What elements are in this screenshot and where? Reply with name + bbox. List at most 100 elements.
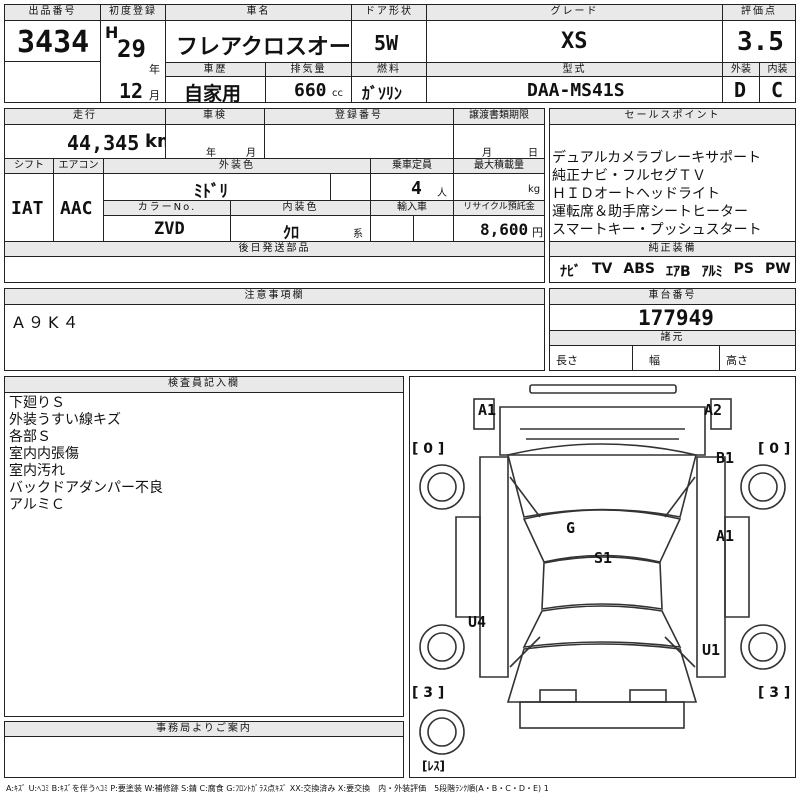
history-cell: 自家用 — [165, 76, 266, 103]
interior-grade: C — [771, 78, 784, 102]
ac-label: エアコン — [53, 158, 104, 174]
chassis-number: 177949 — [638, 306, 714, 330]
ac: AAC — [60, 198, 93, 219]
wheel-rear-left — [427, 632, 457, 662]
rear-lamp-left-shape — [539, 689, 577, 703]
fuel-cell: ｶﾞｿﾘﾝ — [351, 76, 427, 103]
tire-front-left — [419, 464, 465, 510]
reg-month: 12 — [119, 79, 144, 103]
damage-mark-u4: U4 — [468, 613, 487, 631]
tailgate-shape — [506, 643, 698, 703]
month-unit: 月 — [149, 89, 160, 102]
sales-point: ＨＩＤオートヘッドライト — [552, 186, 720, 202]
load-unit: kg — [528, 184, 541, 195]
mileage-cell: 44,345 km — [4, 124, 166, 159]
equipment-item: ｱﾙﾐ — [701, 264, 723, 280]
exterior-grade: D — [734, 78, 747, 102]
tire-depth-rear-right: [ 3 ] — [758, 685, 791, 701]
equipment-item: PS — [733, 261, 754, 277]
later-parts-label: 後日発送部品 — [4, 241, 545, 257]
color-no-cell: ZVD — [103, 215, 231, 242]
inspector-note: 外装うすい線キズ — [9, 412, 121, 428]
capacity: 4 — [411, 178, 422, 199]
sales-point: 運転席＆助手席シートヒーター — [552, 204, 748, 220]
inspection-label: 車検 — [165, 108, 265, 125]
car-name-label: 車名 — [165, 4, 352, 21]
capacity-label: 乗車定員 — [370, 158, 454, 174]
damage-mark-s1: S1 — [594, 549, 613, 567]
rear-lamp-right-shape — [629, 689, 667, 703]
tire-depth-front-right: [ 0 ] — [758, 441, 791, 457]
front-bumper-shape — [499, 406, 706, 456]
sales-points-cell: デュアルカメラブレーキサポート 純正ナビ・フルセグＴＶ ＨＩＤオートヘッドライト… — [549, 124, 796, 242]
inspector-note: 室内汚れ — [9, 463, 65, 479]
history: 自家用 — [184, 83, 242, 103]
car-name: フレアクロスオーバー — [176, 35, 351, 60]
shift: IAT — [11, 198, 44, 219]
inspection-month-unit: 月 — [246, 148, 256, 159]
lot-blank — [4, 61, 101, 103]
inspection-cell: 年 月 — [165, 124, 265, 159]
inspector-notes: 下廻りＳ 外装うすい線キズ 各部Ｓ 室内内張傷 室内汚れ バックドアダンパー不良… — [9, 395, 163, 514]
shift-label: シフト — [4, 158, 54, 174]
pillar-lines — [509, 476, 696, 668]
displacement-cell: 660 cc — [265, 76, 352, 103]
first-reg-label: 初度登録 — [100, 4, 166, 21]
spare-wheel — [427, 717, 457, 747]
inspection-year-unit: 年 — [206, 148, 216, 159]
damage-mark-a1-right: A1 — [716, 527, 735, 545]
capacity-cell: 4 人 — [370, 173, 454, 201]
sales-label: セールスポイント — [549, 108, 796, 125]
shift-cell: IAT — [4, 173, 54, 242]
import-label: 輸入車 — [370, 200, 454, 216]
transfer-day-unit: 日 — [528, 148, 538, 159]
caution-text: A９K４ — [13, 313, 83, 332]
inspector-note: バックドアダンパー不良 — [9, 480, 163, 496]
score: 3.5 — [737, 27, 784, 57]
caution-cell: A９K４ — [4, 304, 545, 371]
recycle-cell: 8,600 円 — [453, 215, 545, 242]
damage-mark-a1-front-left: A1 — [478, 401, 497, 419]
grade: XS — [561, 29, 588, 54]
interior-grade-cell: C — [759, 76, 796, 103]
mileage: 44,345 — [67, 131, 140, 155]
transfer-cell: 月 日 — [453, 124, 545, 159]
equipment-item: ｴｱB — [665, 264, 691, 280]
mileage-label: 走行 — [4, 108, 166, 125]
dims-label: 諸元 — [549, 330, 796, 346]
sales-point: デュアルカメラブレーキサポート — [552, 150, 762, 166]
ext-color: ﾐﾄﾞﾘ — [194, 182, 228, 201]
load-label: 最大積載量 — [453, 158, 545, 174]
spare-tire — [419, 709, 465, 755]
damage-mark-g: G — [566, 519, 576, 537]
int-color: ｸﾛ — [283, 223, 300, 242]
lot-no: 3434 — [17, 25, 90, 60]
height-cell: 高さ — [719, 345, 796, 371]
wheel-rear-right — [748, 632, 778, 662]
ext-color-cell: ﾐﾄﾞﾘ — [103, 173, 371, 201]
chassis-label: 車台番号 — [549, 288, 796, 305]
equipment-item: PW — [765, 261, 791, 277]
model-label: 型式 — [426, 62, 723, 77]
transfer-label: 譲渡書類期限 — [453, 108, 545, 125]
grade-label: グレード — [426, 4, 723, 21]
chassis-cell: 177949 — [549, 304, 796, 331]
office-cell — [4, 736, 404, 778]
fuel: ｶﾞｿﾘﾝ — [362, 84, 403, 103]
caution-label: 注意事項欄 — [4, 288, 545, 305]
inspector-note: アルミＣ — [9, 497, 65, 513]
rear-bumper-shape — [519, 701, 685, 729]
tire-depth-front-left: [ 0 ] — [412, 441, 445, 457]
sales-point: スマートキー・プッシュスタート — [552, 222, 762, 238]
car-name-cell: フレアクロスオーバー — [165, 20, 352, 63]
int-color-label: 内装色 — [230, 200, 371, 216]
inspector-label: 検査員記入欄 — [4, 376, 404, 393]
later-parts-cell — [4, 256, 545, 283]
tire-front-right — [740, 464, 786, 510]
recycle-label: リサイクル預託金 — [453, 200, 545, 216]
import-cell — [370, 215, 454, 242]
equipment-list: ﾅﾋﾞ TV ABS ｴｱB ｱﾙﾐ PS PW — [560, 261, 791, 281]
displacement-unit: cc — [332, 88, 343, 99]
transfer-month-unit: 月 — [482, 148, 492, 159]
length-label: 長さ — [556, 354, 578, 367]
